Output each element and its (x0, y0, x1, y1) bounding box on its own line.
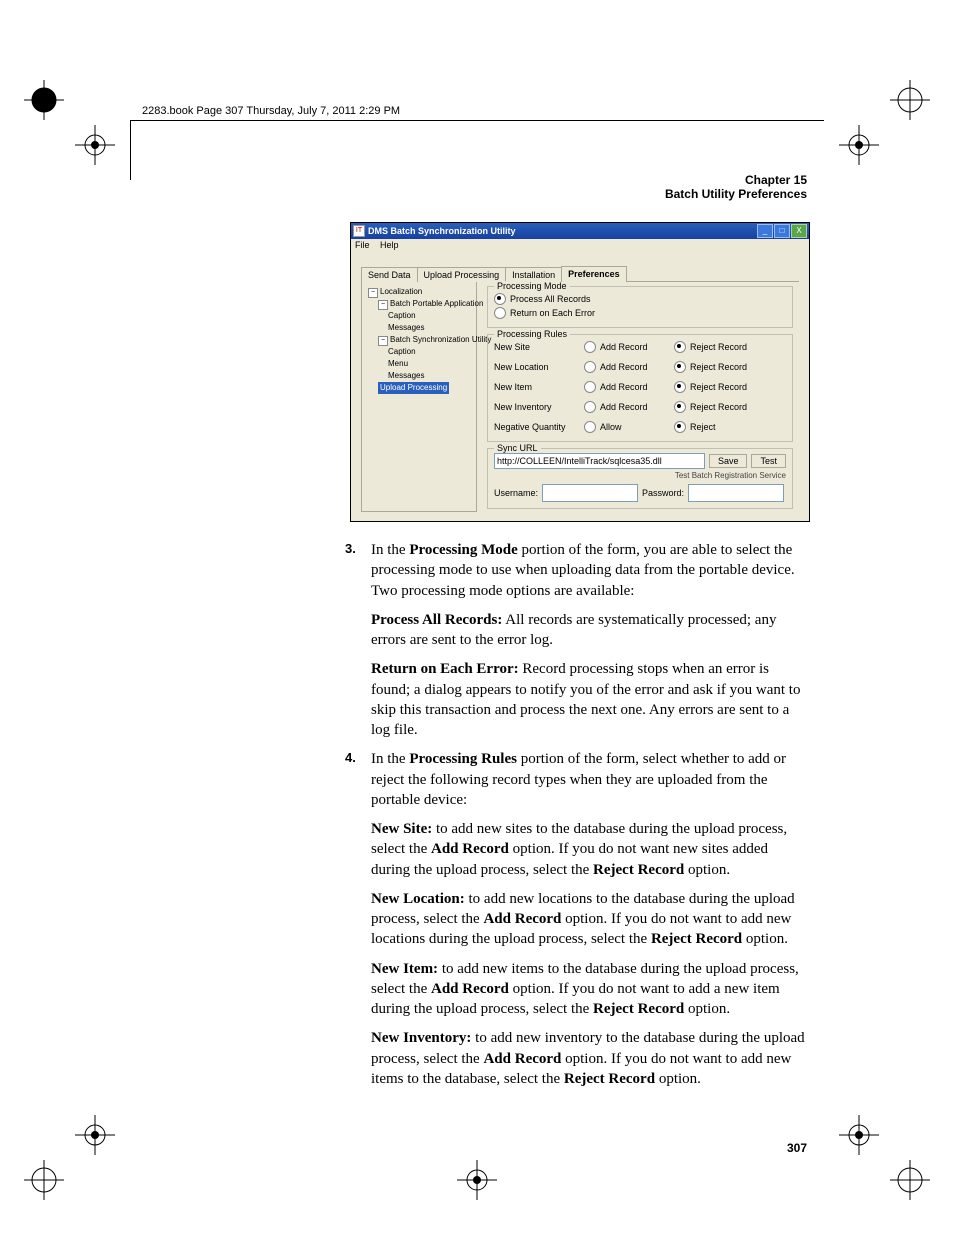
tree-collapse-icon[interactable]: − (378, 336, 388, 346)
chapter-label: Chapter 15 (665, 173, 807, 187)
crop-mark-line (130, 120, 824, 121)
registration-mark-icon (890, 1160, 930, 1200)
tab-installation[interactable]: Installation (505, 267, 562, 282)
radio-label: Reject (690, 422, 716, 432)
save-button[interactable]: Save (709, 454, 748, 468)
tree-item[interactable]: Messages (388, 371, 424, 380)
radio-label: Reject Record (690, 402, 747, 412)
chapter-title: Batch Utility Preferences (665, 187, 807, 201)
app-window: IT DMS Batch Synchronization Utility _ □… (350, 222, 810, 522)
paragraph: Return on Each Error: Record processing … (371, 659, 807, 740)
radio-label: Add Record (600, 342, 648, 352)
paragraph: Process All Records: All records are sys… (371, 610, 807, 651)
radio-add[interactable] (584, 361, 596, 373)
sync-url-input[interactable] (494, 453, 705, 469)
step-number: 3. (345, 540, 371, 610)
radio-add[interactable] (584, 401, 596, 413)
radio-return-error[interactable] (494, 307, 506, 319)
close-button[interactable]: X (791, 224, 807, 238)
password-input[interactable] (688, 484, 784, 502)
rule-label: Negative Quantity (494, 422, 584, 432)
rule-label: New Location (494, 362, 584, 372)
registration-mark-icon (457, 1160, 497, 1200)
processing-rules-group: Processing Rules New Site Add Record Rej… (487, 334, 793, 442)
crop-mark-line (130, 120, 131, 180)
radio-allow[interactable] (584, 421, 596, 433)
nav-tree[interactable]: −Localization −Batch Portable Applicatio… (361, 282, 477, 512)
page-header: Chapter 15 Batch Utility Preferences (665, 173, 807, 201)
tab-preferences[interactable]: Preferences (561, 266, 627, 282)
radio-label: Reject Record (690, 382, 747, 392)
page: 2283.book Page 307 Thursday, July 7, 201… (0, 0, 954, 1235)
radio-add[interactable] (584, 341, 596, 353)
menu-file[interactable]: File (355, 240, 370, 250)
tree-item[interactable]: Caption (388, 347, 416, 356)
tab-upload-processing[interactable]: Upload Processing (417, 267, 507, 282)
radio-process-all[interactable] (494, 293, 506, 305)
radio-label: Add Record (600, 362, 648, 372)
radio-reject[interactable] (674, 381, 686, 393)
tree-collapse-icon[interactable]: − (368, 288, 378, 298)
rule-label: New Inventory (494, 402, 584, 412)
radio-label: Process All Records (510, 294, 591, 304)
registration-mark-icon (890, 80, 930, 120)
body-copy: 3. In the Processing Mode portion of the… (345, 536, 807, 1098)
paragraph: New Location: to add new locations to th… (371, 889, 807, 950)
radio-reject[interactable] (674, 361, 686, 373)
paragraph: New Inventory: to add new inventory to t… (371, 1028, 807, 1089)
rule-label: New Site (494, 342, 584, 352)
password-label: Password: (642, 488, 684, 498)
crop-mark-text: 2283.book Page 307 Thursday, July 7, 201… (142, 105, 400, 117)
group-legend: Processing Rules (494, 329, 570, 339)
minimize-button[interactable]: _ (757, 224, 773, 238)
paragraph: In the Processing Rules portion of the f… (371, 749, 807, 810)
page-number: 307 (787, 1141, 807, 1155)
group-legend: Processing Mode (494, 281, 570, 291)
tree-item-selected[interactable]: Upload Processing (378, 382, 449, 394)
registration-mark-icon (24, 80, 64, 120)
radio-reject[interactable] (674, 401, 686, 413)
test-service-label: Test Batch Registration Service (494, 471, 786, 480)
registration-mark-icon (75, 1115, 115, 1155)
window-title: DMS Batch Synchronization Utility (368, 226, 516, 236)
registration-mark-icon (24, 1160, 64, 1200)
titlebar[interactable]: IT DMS Batch Synchronization Utility _ □… (351, 223, 809, 239)
form-panel: Processing Mode Process All Records Retu… (477, 282, 799, 512)
paragraph: In the Processing Mode portion of the fo… (371, 540, 807, 601)
tree-item[interactable]: Batch Portable Application (390, 299, 483, 308)
menu-help[interactable]: Help (380, 240, 399, 250)
menubar: File Help (351, 239, 809, 255)
registration-mark-icon (75, 125, 115, 165)
step-number: 4. (345, 749, 371, 819)
paragraph: New Item: to add new items to the databa… (371, 959, 807, 1020)
radio-label: Add Record (600, 382, 648, 392)
tabstrip: Send Data Upload Processing Installation… (361, 263, 799, 282)
tree-item[interactable]: Caption (388, 311, 416, 320)
paragraph: New Site: to add new sites to the databa… (371, 819, 807, 880)
radio-label: Add Record (600, 402, 648, 412)
radio-label: Allow (600, 422, 622, 432)
tab-send-data[interactable]: Send Data (361, 267, 418, 282)
radio-label: Return on Each Error (510, 308, 595, 318)
radio-label: Reject Record (690, 342, 747, 352)
registration-mark-icon (839, 125, 879, 165)
processing-mode-group: Processing Mode Process All Records Retu… (487, 286, 793, 328)
tree-item[interactable]: Messages (388, 323, 424, 332)
app-icon: IT (353, 225, 365, 237)
group-legend: Sync URL (494, 443, 541, 453)
rule-label: New Item (494, 382, 584, 392)
test-button[interactable]: Test (751, 454, 786, 468)
maximize-button[interactable]: □ (774, 224, 790, 238)
sync-url-group: Sync URL Save Test Test Batch Registrati… (487, 448, 793, 509)
username-input[interactable] (542, 484, 638, 502)
radio-label: Reject Record (690, 362, 747, 372)
tree-collapse-icon[interactable]: − (378, 300, 388, 310)
tree-item[interactable]: Menu (388, 359, 408, 368)
radio-reject[interactable] (674, 421, 686, 433)
radio-reject[interactable] (674, 341, 686, 353)
registration-mark-icon (839, 1115, 879, 1155)
username-label: Username: (494, 488, 538, 498)
radio-add[interactable] (584, 381, 596, 393)
tree-item[interactable]: Localization (380, 287, 422, 296)
